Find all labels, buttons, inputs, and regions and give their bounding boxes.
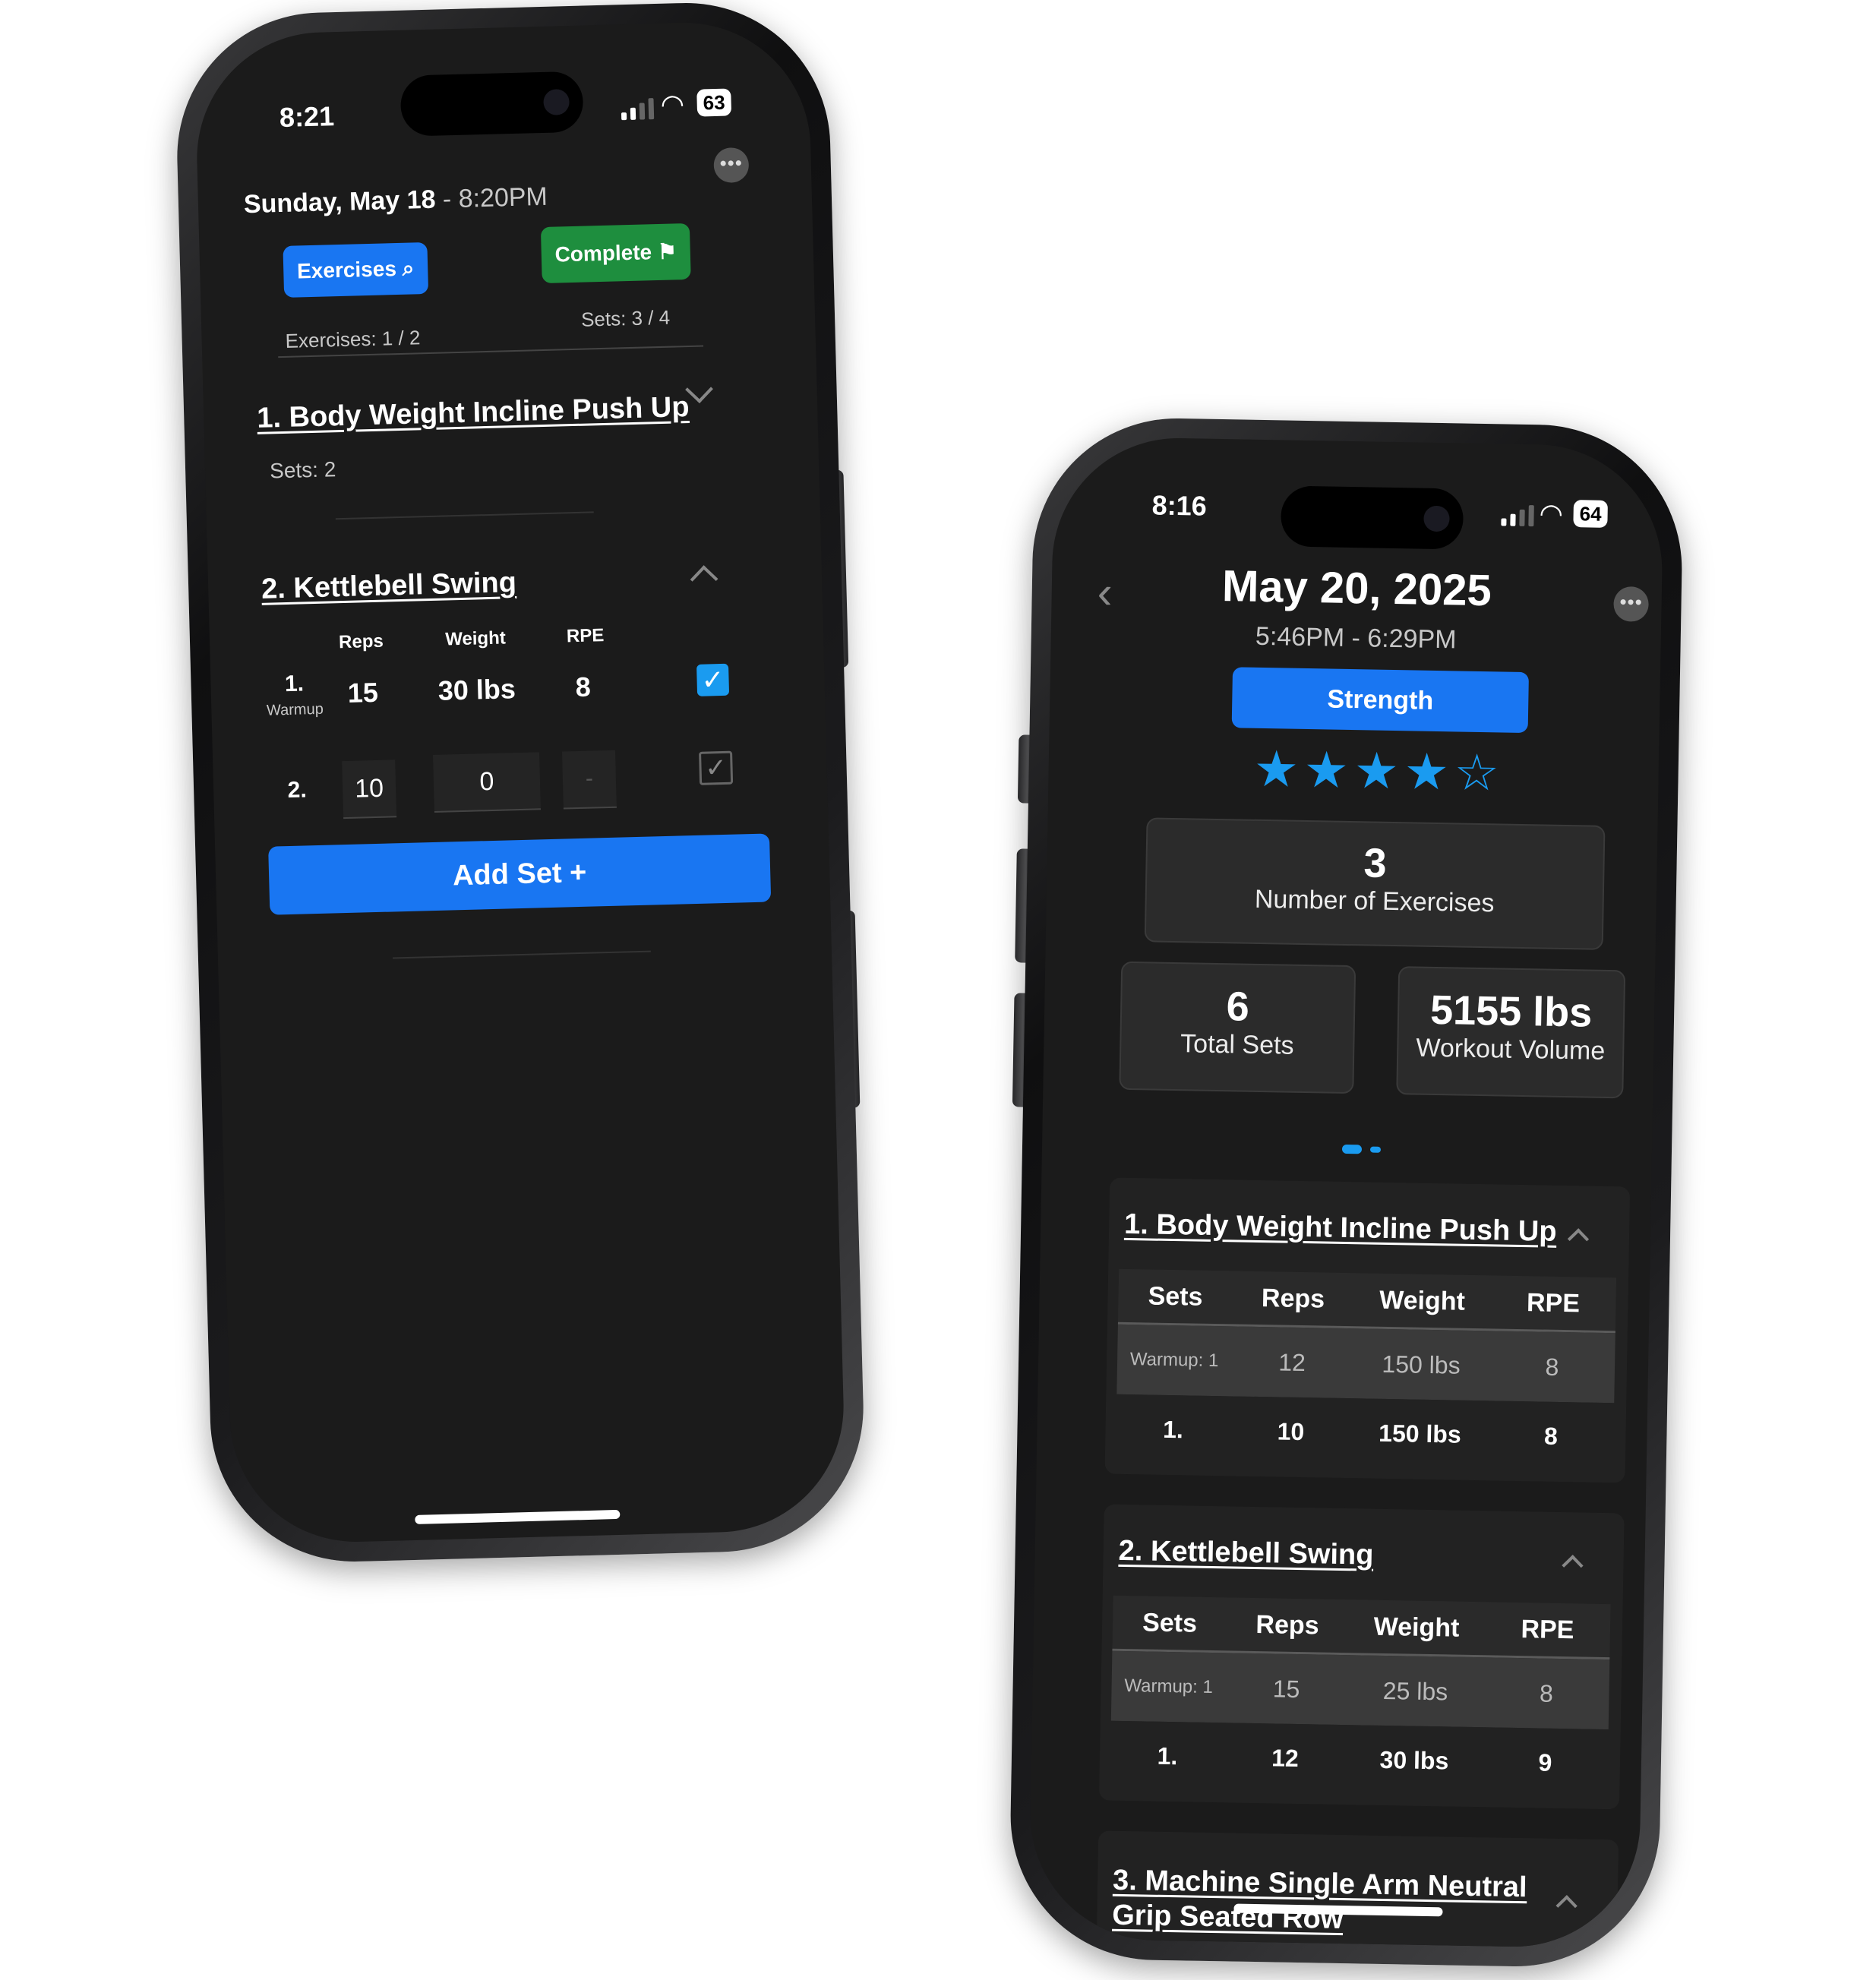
exercise-section-1: 1. Body Weight Incline Push Up Sets Reps… <box>1104 1177 1631 1483</box>
table-header-row: Sets Reps Weight RPE <box>1112 1595 1611 1660</box>
workout-type-button[interactable]: Strength <box>1231 667 1529 734</box>
stat-value: 5155 lbs <box>1429 987 1593 1036</box>
col-header-rpe: RPE <box>1521 1614 1574 1644</box>
workout-time-range: 5:46PM - 6:29PM <box>1255 621 1457 655</box>
status-time: 8:21 <box>279 100 335 133</box>
col-header-sets: Sets <box>1142 1607 1198 1638</box>
status-time: 8:16 <box>1151 489 1208 522</box>
set-complete-checkbox-checked[interactable]: ✓ <box>696 663 730 696</box>
col-header-reps: Reps <box>338 630 384 653</box>
reps-input[interactable]: 10 <box>342 759 397 819</box>
page-dot[interactable] <box>1369 1146 1382 1153</box>
table-row: 1. 12 30 lbs 9 <box>1110 1720 1609 1798</box>
signal-icon <box>1501 504 1534 527</box>
stat-label: Workout Volume <box>1416 1033 1606 1066</box>
battery-icon: 64 <box>1573 500 1608 528</box>
set-number: 1. <box>284 671 305 697</box>
col-header-rpe: RPE <box>566 625 605 647</box>
col-header-rpe: RPE <box>1526 1287 1581 1318</box>
stat-value: 6 <box>1226 984 1250 1030</box>
exercise-title[interactable]: 1. Body Weight Incline Push Up <box>1124 1208 1557 1249</box>
add-set-button[interactable]: Add Set + <box>268 833 772 915</box>
table-row: 1. 10 150 lbs 8 <box>1115 1394 1615 1472</box>
exercise-section-2: 2. Kettlebell Swing Sets Reps Weight RPE… <box>1098 1504 1625 1810</box>
divider <box>335 511 594 520</box>
star-empty-icon[interactable]: ☆ <box>1454 744 1499 801</box>
workout-date: Sunday, May 18 <box>243 185 436 219</box>
star-filled-icon[interactable]: ★ <box>1353 742 1399 799</box>
table-row: Warmup: 1 12 150 lbs 8 <box>1116 1324 1615 1404</box>
col-header-weight: Weight <box>1373 1612 1460 1643</box>
wifi-icon: ◠ <box>1539 497 1564 529</box>
screen-workout-summary: 8:16 ◠ 64 ‹ ••• May 20, 2025 5:46PM - 6:… <box>1028 436 1665 1949</box>
exercise-sets-count: Sets: 2 <box>269 457 336 483</box>
col-header-reps: Reps <box>1255 1609 1319 1640</box>
rpe-input[interactable]: - <box>561 750 617 810</box>
col-header-weight: Weight <box>444 627 507 650</box>
col-header-sets: Sets <box>1148 1281 1203 1312</box>
dynamic-island <box>400 71 584 137</box>
battery-icon: 63 <box>696 88 732 117</box>
weight-value[interactable]: 30 lbs <box>415 672 538 707</box>
stat-value: 3 <box>1363 840 1388 886</box>
exercises-button[interactable]: Exercises ⌕ <box>283 242 429 298</box>
exercise-title-1[interactable]: 1. Body Weight Incline Push Up <box>257 391 690 435</box>
weight-input[interactable]: 0 <box>433 752 541 813</box>
chevron-up-icon[interactable] <box>1562 1555 1584 1577</box>
reps-value[interactable]: 15 <box>332 676 393 709</box>
set-number: 2. <box>287 777 308 804</box>
col-header-weight: Weight <box>1379 1285 1466 1316</box>
more-options-icon[interactable]: ••• <box>713 147 750 184</box>
exercise-title[interactable]: 3. Machine Single Arm Neutral Grip Seate… <box>1112 1863 1527 1941</box>
star-filled-icon[interactable]: ★ <box>1303 741 1349 798</box>
exercise-progress: Exercises: 1 / 2 <box>285 326 421 352</box>
workout-start-time: - 8:20PM <box>434 182 548 214</box>
complete-button[interactable]: Complete ⚑ <box>540 223 691 284</box>
page-dot-active[interactable] <box>1341 1144 1363 1154</box>
signal-icon <box>621 98 655 121</box>
workout-date: May 20, 2025 <box>1221 561 1492 616</box>
sets-table: Sets Reps Weight RPE Warmup: 1 12 150 lb… <box>1115 1268 1617 1472</box>
set-complete-checkbox[interactable]: ✓ <box>699 750 734 785</box>
stat-label: Total Sets <box>1180 1029 1294 1060</box>
stat-card-sets: 6 Total Sets <box>1119 961 1356 1094</box>
flag-icon: ⚑ <box>657 239 677 264</box>
chevron-down-icon[interactable] <box>685 375 713 404</box>
table-header-row: Sets Reps Weight RPE <box>1117 1268 1617 1334</box>
set-progress: Sets: 3 / 4 <box>580 305 671 331</box>
search-icon: ⌕ <box>402 256 415 280</box>
phone-left: 8:21 ◠ 63 ••• Sunday, May 18 - 8:20PM Ex… <box>173 0 867 1565</box>
screen-workout-in-progress: 8:21 ◠ 63 ••• Sunday, May 18 - 8:20PM Ex… <box>194 19 847 1546</box>
sets-table: Sets Reps Weight RPE Warmup: 1 15 25 lbs… <box>1110 1595 1611 1798</box>
exercises-button-label: Exercises <box>296 257 397 283</box>
star-filled-icon[interactable]: ★ <box>1253 741 1299 797</box>
stat-card-exercises: 3 Number of Exercises <box>1144 817 1606 950</box>
chevron-up-icon[interactable] <box>690 565 719 593</box>
chevron-up-icon[interactable] <box>1567 1228 1590 1250</box>
star-filled-icon[interactable]: ★ <box>1404 743 1449 800</box>
warmup-tag: Warmup <box>266 700 324 719</box>
stat-card-volume: 5155 lbs Workout Volume <box>1396 966 1626 1099</box>
divider <box>392 950 651 959</box>
phone-right: 8:16 ◠ 64 ‹ ••• May 20, 2025 5:46PM - 6:… <box>1008 415 1685 1969</box>
table-row: Warmup: 1 15 25 lbs 8 <box>1110 1650 1610 1730</box>
wifi-icon: ◠ <box>660 88 685 120</box>
chevron-up-icon[interactable] <box>1555 1895 1578 1917</box>
col-header-reps: Reps <box>1261 1283 1325 1314</box>
rpe-value[interactable]: 8 <box>560 671 606 704</box>
exercise-title[interactable]: 2. Kettlebell Swing <box>1118 1535 1373 1572</box>
workout-date-header: Sunday, May 18 - 8:20PM <box>243 182 548 219</box>
complete-button-label: Complete <box>554 240 652 267</box>
dynamic-island <box>1280 485 1464 550</box>
home-indicator[interactable] <box>415 1509 621 1524</box>
exercise-section-3: 3. Machine Single Arm Neutral Grip Seate… <box>1095 1830 1619 1949</box>
exercise-title-2[interactable]: 2. Kettlebell Swing <box>261 567 517 606</box>
